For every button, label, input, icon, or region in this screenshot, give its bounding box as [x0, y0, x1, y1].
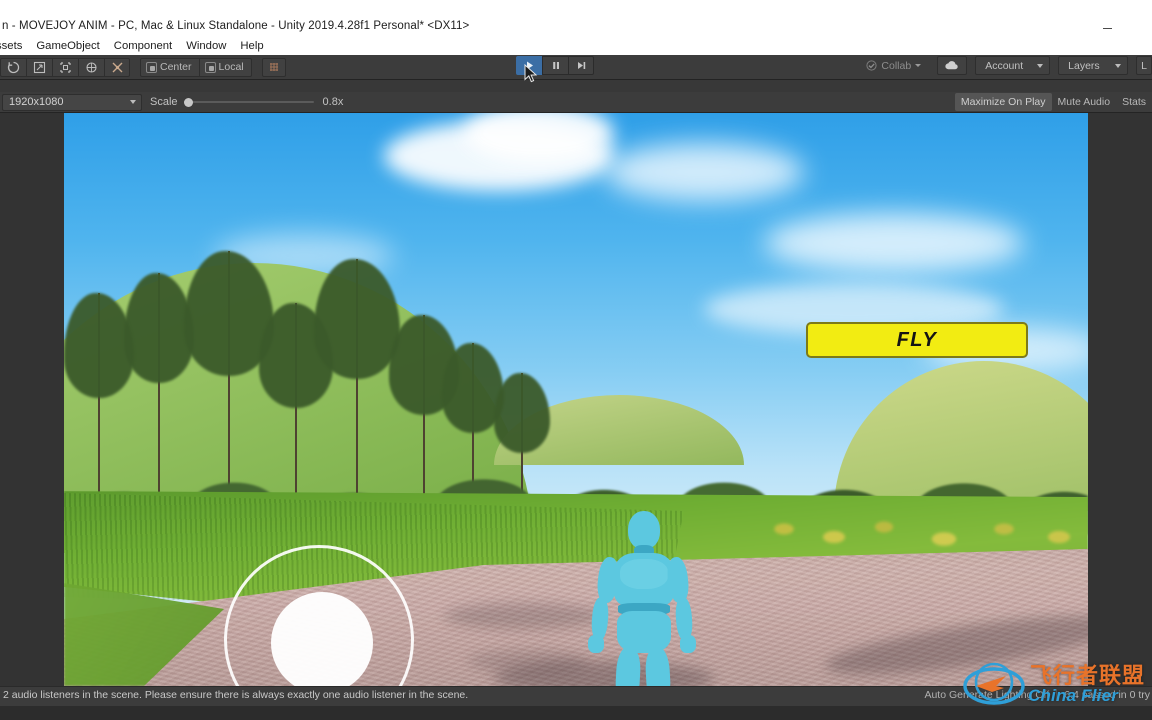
menu-item-window[interactable]: Window: [179, 38, 233, 55]
collab-caret-icon: [915, 64, 922, 67]
hand-icon: [7, 61, 20, 73]
game-viewport[interactable]: FLY: [64, 113, 1088, 686]
fly-button-label: FLY: [896, 328, 938, 351]
menu-item-assets[interactable]: ssets: [0, 38, 29, 55]
transform-tool-button[interactable]: [104, 57, 130, 77]
layers-caret-icon: [1115, 63, 1122, 68]
collab-label: Collab: [881, 59, 912, 72]
rotate-icon: [60, 61, 71, 73]
player-character: [584, 511, 704, 686]
layers-label: Layers: [1068, 59, 1100, 72]
gameview-toolbar-right: Maximize On Play Mute Audio Stats: [954, 93, 1152, 111]
scale-slider-track: [183, 101, 314, 103]
scale-value: 0.8x: [322, 96, 344, 108]
pause-icon: [552, 62, 559, 69]
pause-button[interactable]: [542, 56, 568, 75]
move-tool-button[interactable]: [26, 57, 52, 77]
menu-item-component[interactable]: Component: [107, 38, 179, 55]
watermark: 飞行者联盟 China Flier: [952, 648, 1152, 720]
menu-item-gameobject[interactable]: GameObject: [29, 38, 106, 55]
layout-dropdown[interactable]: L: [1136, 56, 1152, 75]
resolution-caret-icon: [130, 100, 136, 104]
window-controls: [1092, 18, 1152, 38]
pivot-mode-group: Center Local: [140, 57, 252, 77]
cloud-button[interactable]: [937, 56, 968, 75]
scale-tool-button[interactable]: [78, 57, 104, 77]
step-icon: [577, 62, 585, 69]
resolution-dropdown[interactable]: 1920x1080: [2, 93, 142, 111]
hand-tool-button[interactable]: [0, 57, 26, 77]
status-message: 2 audio listeners in the scene. Please e…: [3, 689, 469, 701]
character-head: [628, 511, 660, 549]
step-button[interactable]: [568, 56, 594, 75]
stats-button[interactable]: Stats: [1116, 93, 1152, 111]
resolution-value: 1920x1080: [9, 96, 64, 108]
menu-bar: ssets GameObject Component Window Help: [0, 38, 1152, 55]
rotate-tool-button[interactable]: [52, 57, 78, 77]
menu-item-help[interactable]: Help: [233, 38, 270, 55]
character-leg-left-upper: [614, 646, 642, 686]
grid-snap-icon: [269, 63, 278, 71]
cloud-shape: [764, 213, 1024, 273]
scale-icon: [86, 61, 97, 73]
account-label: Account: [985, 59, 1024, 72]
center-pivot-icon: [146, 61, 157, 73]
account-caret-icon: [1037, 63, 1044, 68]
cloud-shape: [604, 143, 804, 201]
character-hand-right: [680, 635, 696, 653]
character-shadow: [468, 650, 588, 672]
scale-slider[interactable]: [183, 96, 314, 109]
account-dropdown[interactable]: Account: [975, 56, 1051, 75]
pivot-center-button[interactable]: Center: [140, 57, 199, 77]
scale-control: Scale 0.8x: [150, 96, 343, 109]
local-space-icon: [204, 61, 216, 73]
game-view-panel[interactable]: FLY: [0, 113, 1152, 686]
character-back-highlight: [620, 559, 668, 589]
maximize-button[interactable]: [1122, 18, 1152, 38]
transform-icon: [112, 62, 122, 72]
tree-shadow: [444, 603, 604, 629]
toolbar-right-group: Collab Account Layers L: [858, 56, 1152, 75]
scale-slider-knob[interactable]: [183, 97, 193, 107]
move-icon: [33, 61, 46, 73]
transform-tools-group: [0, 57, 130, 77]
scale-label: Scale: [150, 96, 178, 108]
collab-button[interactable]: Collab: [858, 56, 930, 75]
layers-dropdown[interactable]: Layers: [1058, 56, 1129, 75]
os-top-strip: [0, 0, 1152, 18]
cloud-icon: [945, 61, 958, 70]
pivot-center-label: Center: [160, 61, 192, 73]
minimize-button[interactable]: [1092, 18, 1122, 38]
pivot-local-label: Local: [218, 61, 244, 73]
character-hand-left: [588, 635, 604, 653]
collab-cloud-icon: [866, 60, 878, 71]
watermark-logo-icon: [963, 662, 1025, 705]
watermark-english-text: China Flier: [1028, 686, 1119, 705]
mouse-cursor: [524, 64, 538, 83]
pivot-local-button[interactable]: Local: [198, 57, 252, 77]
character-leg-right-upper: [644, 646, 672, 686]
window-title: n - MOVEJOY ANIM - PC, Mac & Linux Stand…: [2, 20, 470, 32]
joystick-knob[interactable]: [271, 592, 373, 686]
title-bar: n - MOVEJOY ANIM - PC, Mac & Linux Stand…: [0, 18, 1152, 38]
layout-label: L: [1141, 59, 1147, 72]
unity-editor-window: n - MOVEJOY ANIM - PC, Mac & Linux Stand…: [0, 0, 1152, 720]
custom-tool-button[interactable]: [261, 57, 286, 77]
fly-button[interactable]: FLY: [806, 322, 1028, 358]
maximize-on-play-button[interactable]: Maximize On Play: [954, 93, 1052, 111]
mute-audio-button[interactable]: Mute Audio: [1052, 93, 1117, 111]
